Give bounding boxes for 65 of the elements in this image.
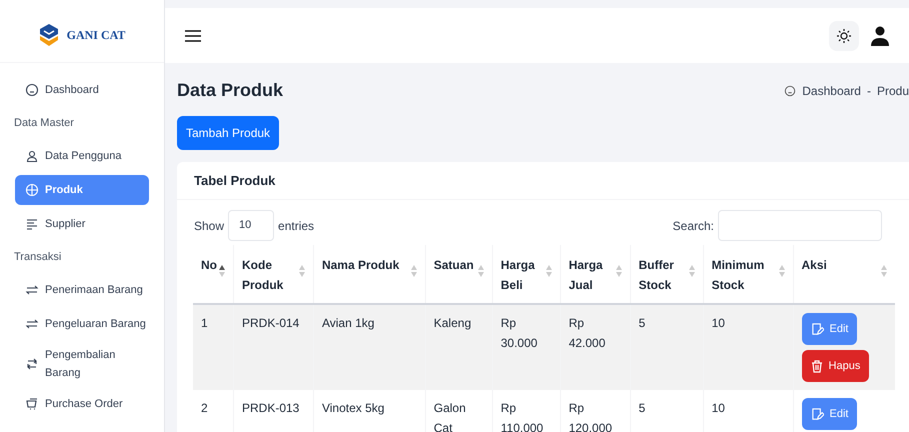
table-cell: 10	[712, 401, 725, 415]
home-icon	[784, 84, 796, 96]
user-icon[interactable]	[871, 26, 889, 46]
delete-button[interactable]: Hapus	[802, 350, 870, 382]
table-cell: Galon Cat	[434, 401, 466, 432]
brand-name: GANI CAT	[66, 27, 126, 44]
sidebar-item[interactable]: Supplier	[15, 209, 149, 239]
edit-icon	[810, 322, 824, 336]
card-title: Tabel Produk	[177, 162, 909, 200]
column-header[interactable]: Minimum Stock	[712, 255, 777, 295]
table-cell: 10	[712, 316, 725, 330]
nav-section-heading: Data Master	[14, 116, 75, 131]
sidebar-item[interactable]: Pengembalian Barang	[15, 343, 149, 385]
home-icon	[25, 83, 39, 97]
sidebar-item[interactable]: Pengeluaran Barang	[15, 309, 149, 339]
table-cell: 5	[638, 316, 646, 330]
globe-icon	[25, 183, 39, 197]
add-product-button[interactable]: Tambah Produk	[177, 116, 280, 150]
column-header[interactable]: Satuan	[434, 255, 474, 275]
column-header[interactable]: Aksi	[802, 255, 827, 275]
cart-icon	[25, 397, 39, 411]
table-cell: Rp 110.000	[500, 401, 544, 432]
sidebar-item[interactable]: Dashboard	[15, 75, 149, 105]
sun-icon	[836, 28, 852, 44]
table-cell: Rp 30.000	[500, 316, 538, 350]
table-cell: Rp 120.000	[568, 401, 612, 432]
table-cell: PRDK-013	[242, 401, 300, 415]
table-cell: Kaleng	[434, 316, 472, 330]
page-title: Data Produk	[177, 79, 284, 102]
sidebar-item[interactable]: Data Pengguna	[15, 141, 149, 171]
user-icon	[25, 149, 39, 163]
entries-select[interactable]: 10	[228, 210, 274, 241]
cycle-icon	[25, 357, 39, 371]
trash-icon	[810, 360, 823, 372]
column-header[interactable]: Harga Beli	[500, 255, 544, 295]
breadcrumb-item[interactable]: Dashboard	[802, 82, 861, 100]
show-label: Show	[194, 218, 224, 234]
table-cell: 5	[638, 401, 646, 415]
table-cell: 2	[201, 401, 208, 415]
table-cell: 1	[201, 316, 208, 330]
sort-icon[interactable]	[219, 265, 225, 277]
theme-toggle-button[interactable]	[829, 20, 859, 50]
breadcrumb-separator: -	[866, 82, 871, 100]
nav-section-heading: Transaksi	[14, 250, 62, 265]
table-cell: Avian 1kg	[322, 316, 374, 330]
edit-icon	[810, 408, 824, 420]
breadcrumb-item: Produ	[876, 82, 909, 100]
column-header[interactable]: Buffer Stock	[638, 255, 687, 295]
column-header[interactable]: No	[201, 255, 217, 275]
column-header[interactable]: Harga Jual	[568, 255, 614, 295]
table-cell: PRDK-014	[242, 316, 300, 330]
table-cell: Vinotex 5kg	[322, 401, 384, 415]
column-header[interactable]: Kode Produk	[242, 255, 297, 295]
entries-label: entries	[278, 218, 314, 234]
logo-icon	[38, 23, 59, 47]
arrows-icon	[25, 317, 39, 331]
sidebar-item[interactable]: Purchase Order	[15, 389, 149, 419]
menu-icon[interactable]	[185, 30, 201, 42]
lines-icon	[25, 217, 39, 231]
column-header[interactable]: Nama Produk	[322, 255, 400, 275]
arrows-icon	[25, 283, 39, 297]
search-label: Search:	[672, 218, 714, 234]
sidebar-item[interactable]: Penerimaan Barang	[15, 275, 149, 305]
table-cell: Rp 42.000	[568, 316, 606, 350]
search-field[interactable]	[718, 210, 882, 241]
